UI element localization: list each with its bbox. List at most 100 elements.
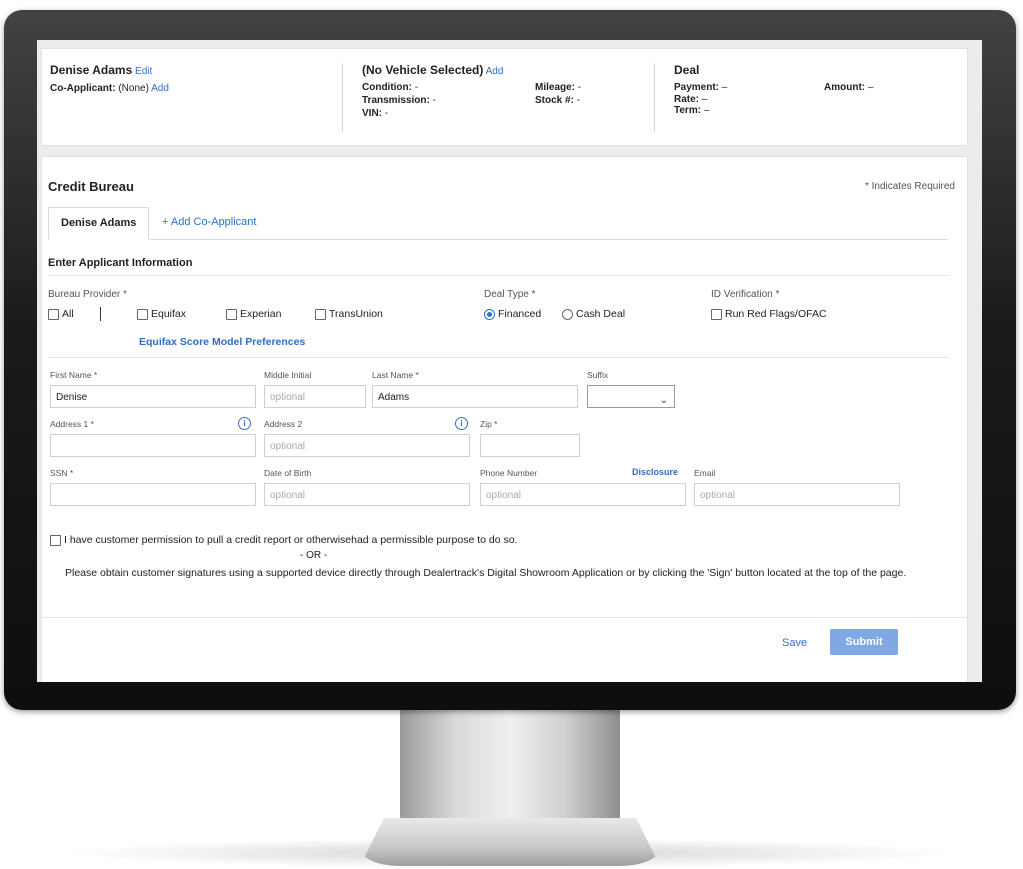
address1-input[interactable] bbox=[50, 434, 256, 457]
deal-type-label: Deal Type * bbox=[484, 289, 536, 300]
first-name-label: First Name * bbox=[50, 370, 98, 380]
financed-radio[interactable] bbox=[484, 308, 495, 320]
condition-value: - bbox=[414, 82, 419, 93]
bureau-experian-option[interactable]: Experian bbox=[226, 308, 281, 320]
term-label: Term: bbox=[674, 105, 702, 116]
vehicle-title: (No Vehicle Selected) bbox=[362, 63, 484, 77]
summary-divider bbox=[342, 63, 343, 133]
add-vehicle-link[interactable]: Add bbox=[486, 66, 504, 77]
address2-label: Address 2 bbox=[264, 419, 303, 429]
chevron-down-icon: ⌄ bbox=[659, 395, 668, 406]
bureau-transunion-option[interactable]: TransUnion bbox=[315, 308, 383, 320]
applicant-tabs: Denise Adams + Add Co-Applicant bbox=[48, 207, 948, 240]
edit-customer-link[interactable]: Edit bbox=[135, 66, 152, 77]
tab-add-coapplicant[interactable]: + Add Co-Applicant bbox=[150, 207, 268, 238]
first-name-input[interactable]: Denise bbox=[50, 385, 256, 408]
footer-divider bbox=[42, 617, 967, 618]
option-separator bbox=[100, 307, 101, 321]
dob-label: Date of Birth bbox=[264, 468, 312, 478]
cash-deal-label: Cash Deal bbox=[576, 308, 626, 320]
stock-label: Stock #: bbox=[535, 95, 574, 106]
coapplicant-label: Co-Applicant: bbox=[50, 83, 116, 94]
vehicle-summary: (No Vehicle Selected) Add Condition: - T… bbox=[362, 63, 642, 119]
red-flags-label: Run Red Flags/OFAC bbox=[725, 308, 827, 320]
suffix-select[interactable]: ⌄ bbox=[587, 385, 675, 408]
customer-name: Denise Adams bbox=[50, 63, 133, 77]
vin-value: - bbox=[384, 108, 389, 119]
middle-initial-input[interactable]: optional bbox=[264, 385, 366, 408]
bureau-provider-label: Bureau Provider * bbox=[48, 289, 127, 300]
permission-option[interactable]: I have customer permission to pull a cre… bbox=[50, 534, 517, 546]
payment-value: – bbox=[721, 82, 728, 93]
address2-info-icon[interactable]: i bbox=[455, 417, 468, 430]
address1-label: Address 1 * bbox=[50, 419, 94, 429]
mileage-label: Mileage: bbox=[535, 82, 576, 93]
deal-type-cash-option[interactable]: Cash Deal bbox=[562, 308, 625, 320]
transunion-checkbox[interactable] bbox=[315, 308, 326, 320]
experian-label: Experian bbox=[240, 308, 282, 320]
monitor-stand-neck bbox=[400, 710, 620, 830]
payment-label: Payment: bbox=[674, 82, 720, 93]
last-name-label: Last Name * bbox=[372, 370, 419, 380]
monitor-screen: Denise Adams Edit Co-Applicant: (None) A… bbox=[37, 40, 982, 682]
cash-deal-radio[interactable] bbox=[562, 308, 573, 320]
phone-input[interactable]: optional bbox=[480, 483, 686, 506]
permission-text: I have customer permission to pull a cre… bbox=[64, 534, 518, 546]
deal-type-financed-option[interactable]: Financed bbox=[484, 308, 541, 320]
coapplicant-value: (None) bbox=[118, 83, 149, 94]
amount-label: Amount: bbox=[824, 82, 866, 93]
phone-label: Phone Number bbox=[480, 468, 538, 478]
ssn-label: SSN * bbox=[50, 468, 74, 478]
tab-primary-applicant[interactable]: Denise Adams bbox=[48, 207, 150, 240]
id-verification-label: ID Verification * bbox=[711, 289, 780, 300]
last-name-input[interactable]: Adams bbox=[372, 385, 578, 408]
summary-divider bbox=[654, 63, 655, 133]
or-separator: - OR - bbox=[300, 550, 328, 561]
red-flags-checkbox[interactable] bbox=[711, 308, 722, 320]
transmission-label: Transmission: bbox=[362, 95, 430, 106]
suffix-label: Suffix bbox=[587, 370, 609, 380]
red-flags-option[interactable]: Run Red Flags/OFAC bbox=[711, 308, 827, 320]
equifax-label: Equifax bbox=[151, 308, 187, 320]
stock-value: - bbox=[576, 95, 581, 106]
address1-info-icon[interactable]: i bbox=[238, 417, 251, 430]
deal-title: Deal bbox=[674, 63, 700, 77]
phone-disclosure-link[interactable]: Disclosure bbox=[632, 467, 678, 477]
add-coapplicant-link[interactable]: Add bbox=[151, 83, 169, 94]
credit-bureau-card: Credit Bureau * Indicates Required Denis… bbox=[41, 156, 968, 682]
address2-input[interactable]: optional bbox=[264, 434, 470, 457]
monitor-stand-base bbox=[360, 818, 660, 866]
term-value: – bbox=[703, 105, 710, 116]
mileage-value: - bbox=[577, 82, 582, 93]
permission-checkbox[interactable] bbox=[50, 534, 61, 546]
transunion-label: TransUnion bbox=[329, 308, 383, 320]
email-input[interactable]: optional bbox=[694, 483, 900, 506]
bureau-all-label: All bbox=[62, 308, 74, 320]
experian-checkbox[interactable] bbox=[226, 308, 237, 320]
financed-label: Financed bbox=[498, 308, 542, 320]
bureau-all-option[interactable]: All bbox=[48, 308, 74, 320]
save-button[interactable]: Save bbox=[782, 637, 807, 649]
bureau-equifax-option[interactable]: Equifax bbox=[137, 308, 186, 320]
ssn-input[interactable] bbox=[50, 483, 256, 506]
vin-label: VIN: bbox=[362, 108, 382, 119]
deal-summary: Deal Payment: – Rate: – Term: – Amount: … bbox=[674, 63, 954, 116]
rate-value: – bbox=[701, 94, 708, 105]
dob-input[interactable]: optional bbox=[264, 483, 470, 506]
zip-label: Zip * bbox=[480, 419, 498, 429]
rate-label: Rate: bbox=[674, 94, 700, 105]
page-title: Credit Bureau bbox=[48, 179, 134, 194]
equifax-preferences-link[interactable]: Equifax Score Model Preferences bbox=[139, 336, 305, 348]
zip-input[interactable] bbox=[480, 434, 580, 457]
equifax-checkbox[interactable] bbox=[137, 308, 148, 320]
email-label: Email bbox=[694, 468, 716, 478]
submit-button[interactable]: Submit bbox=[830, 629, 898, 655]
condition-label: Condition: bbox=[362, 82, 412, 93]
deal-summary-card: Denise Adams Edit Co-Applicant: (None) A… bbox=[41, 48, 968, 146]
customer-summary: Denise Adams Edit Co-Applicant: (None) A… bbox=[50, 63, 169, 94]
section-title: Enter Applicant Information bbox=[48, 257, 193, 269]
bureau-all-checkbox[interactable] bbox=[48, 308, 59, 320]
section-divider bbox=[48, 275, 948, 276]
amount-value: – bbox=[867, 82, 874, 93]
middle-initial-label: Middle Initial bbox=[264, 370, 312, 380]
